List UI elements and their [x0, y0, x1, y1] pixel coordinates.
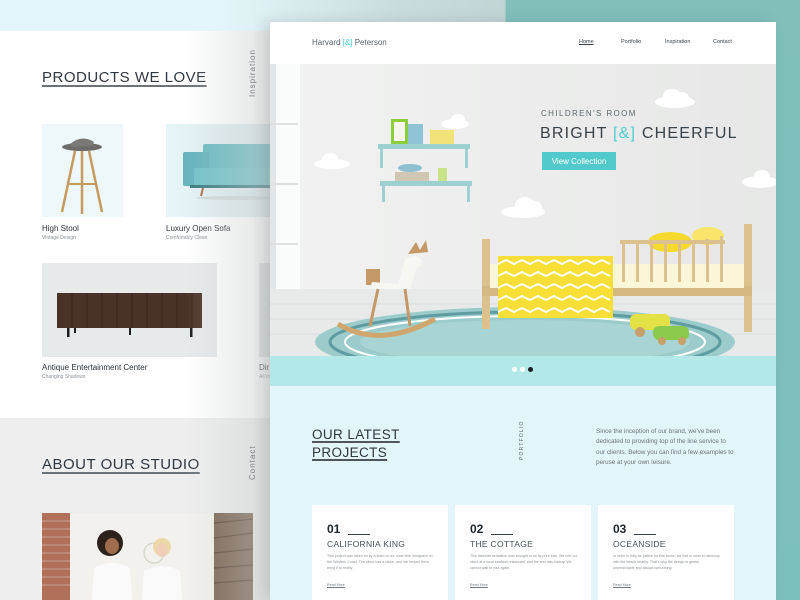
project-title: THE COTTAGE	[470, 539, 534, 549]
project-title: CALIFORNIA KING	[327, 539, 406, 549]
number-divider	[634, 534, 656, 535]
project-card[interactable]: 01 CALIFORNIA KING This project was take…	[312, 505, 448, 600]
bar-stool-image	[42, 124, 123, 217]
portfolio-side-label: PORTFOLIO	[519, 420, 525, 460]
nav-item-contact[interactable]: Contact	[713, 39, 732, 45]
project-number: 01	[327, 522, 341, 536]
slider-dots	[512, 367, 533, 372]
about-title: ABOUT OUR STUDIO	[42, 456, 200, 473]
read-more-link[interactable]: Read More	[470, 583, 488, 587]
projects-title-line2: PROJECTS	[312, 445, 388, 460]
project-text: This lakeside sensation was brought to u…	[470, 554, 578, 570]
brand-name-right: Peterson	[354, 38, 387, 47]
nav-item-portfolio[interactable]: Portfolio	[621, 39, 641, 45]
brand-logo[interactable]: Harvard [&] Peterson	[312, 38, 387, 47]
contact-side-label: Contact	[248, 445, 257, 480]
slider-dot-3-active[interactable]	[528, 367, 533, 372]
project-number: 03	[613, 522, 627, 536]
projects-title: OUR LATEST PROJECTS	[312, 426, 400, 462]
inspiration-side-label: Inspiration	[248, 49, 257, 97]
project-card[interactable]: 03 OCEANSIDE In order to fully do justic…	[598, 505, 734, 600]
number-divider	[491, 534, 513, 535]
product-name: Antique Entertainment Center	[42, 363, 148, 372]
project-text: In order to fully do justice for this ho…	[613, 554, 720, 570]
main-page-preview: Harvard [&] Peterson Home Portfolio Insp…	[270, 22, 776, 600]
number-divider	[348, 534, 370, 535]
product-name: Dir	[259, 363, 270, 372]
brand-ampersand: [&]	[342, 38, 353, 47]
slider-dot-1[interactable]	[512, 367, 517, 372]
teal-sofa-image	[166, 124, 275, 217]
product-name: High Stool	[42, 224, 79, 233]
top-nav: Harvard [&] Peterson Home Portfolio Insp…	[270, 22, 776, 64]
hero-title-right: CHEERFUL	[641, 125, 738, 142]
hero-title-left: BRIGHT	[540, 125, 608, 142]
hero-title-ampersand: [&]	[613, 125, 637, 142]
products-title: PRODUCTS WE LOVE	[42, 69, 207, 86]
projects-title-line1: OUR LATEST	[312, 427, 400, 442]
hero-title: BRIGHT [&] CHEERFUL	[540, 125, 738, 143]
nav-item-inspiration[interactable]: Inspiration	[665, 39, 690, 45]
childrens-room-photo	[270, 64, 776, 356]
product-subtitle: Vintage Design	[42, 235, 76, 241]
studio-team-photo	[42, 513, 253, 600]
products-section: PRODUCTS WE LOVE Inspiration High Stool …	[0, 31, 275, 418]
product-subtitle: Changing Shadows	[42, 374, 86, 380]
project-card[interactable]: 02 THE COTTAGE This lakeside sensation w…	[455, 505, 591, 600]
read-more-link[interactable]: Read More	[613, 583, 631, 587]
hero-banner: CHILDREN'S ROOM BRIGHT [&] CHEERFUL View…	[270, 64, 776, 356]
left-page-preview: PRODUCTS WE LOVE Inspiration High Stool …	[0, 31, 275, 600]
wood-sideboard-image	[42, 263, 217, 357]
about-section: ABOUT OUR STUDIO Contact	[0, 418, 275, 600]
slider-dot-2[interactable]	[520, 367, 525, 372]
project-number: 02	[470, 522, 484, 536]
projects-description: Since the inception of our brand, we've …	[596, 428, 734, 466]
brand-name-left: Harvard	[312, 38, 341, 47]
hero-eyebrow: CHILDREN'S ROOM	[541, 109, 637, 118]
product-subtitle: All In	[259, 374, 271, 380]
product-name: Luxury Open Sofa	[166, 224, 231, 233]
nav-item-home[interactable]: Home	[579, 39, 594, 45]
view-collection-button[interactable]: View Collection	[542, 152, 616, 170]
read-more-link[interactable]: Read More	[327, 583, 345, 587]
project-title: OCEANSIDE	[613, 539, 666, 549]
project-text: This project was taken on by a team of o…	[327, 554, 433, 570]
product-subtitle: Comfortably Clean	[166, 235, 208, 241]
